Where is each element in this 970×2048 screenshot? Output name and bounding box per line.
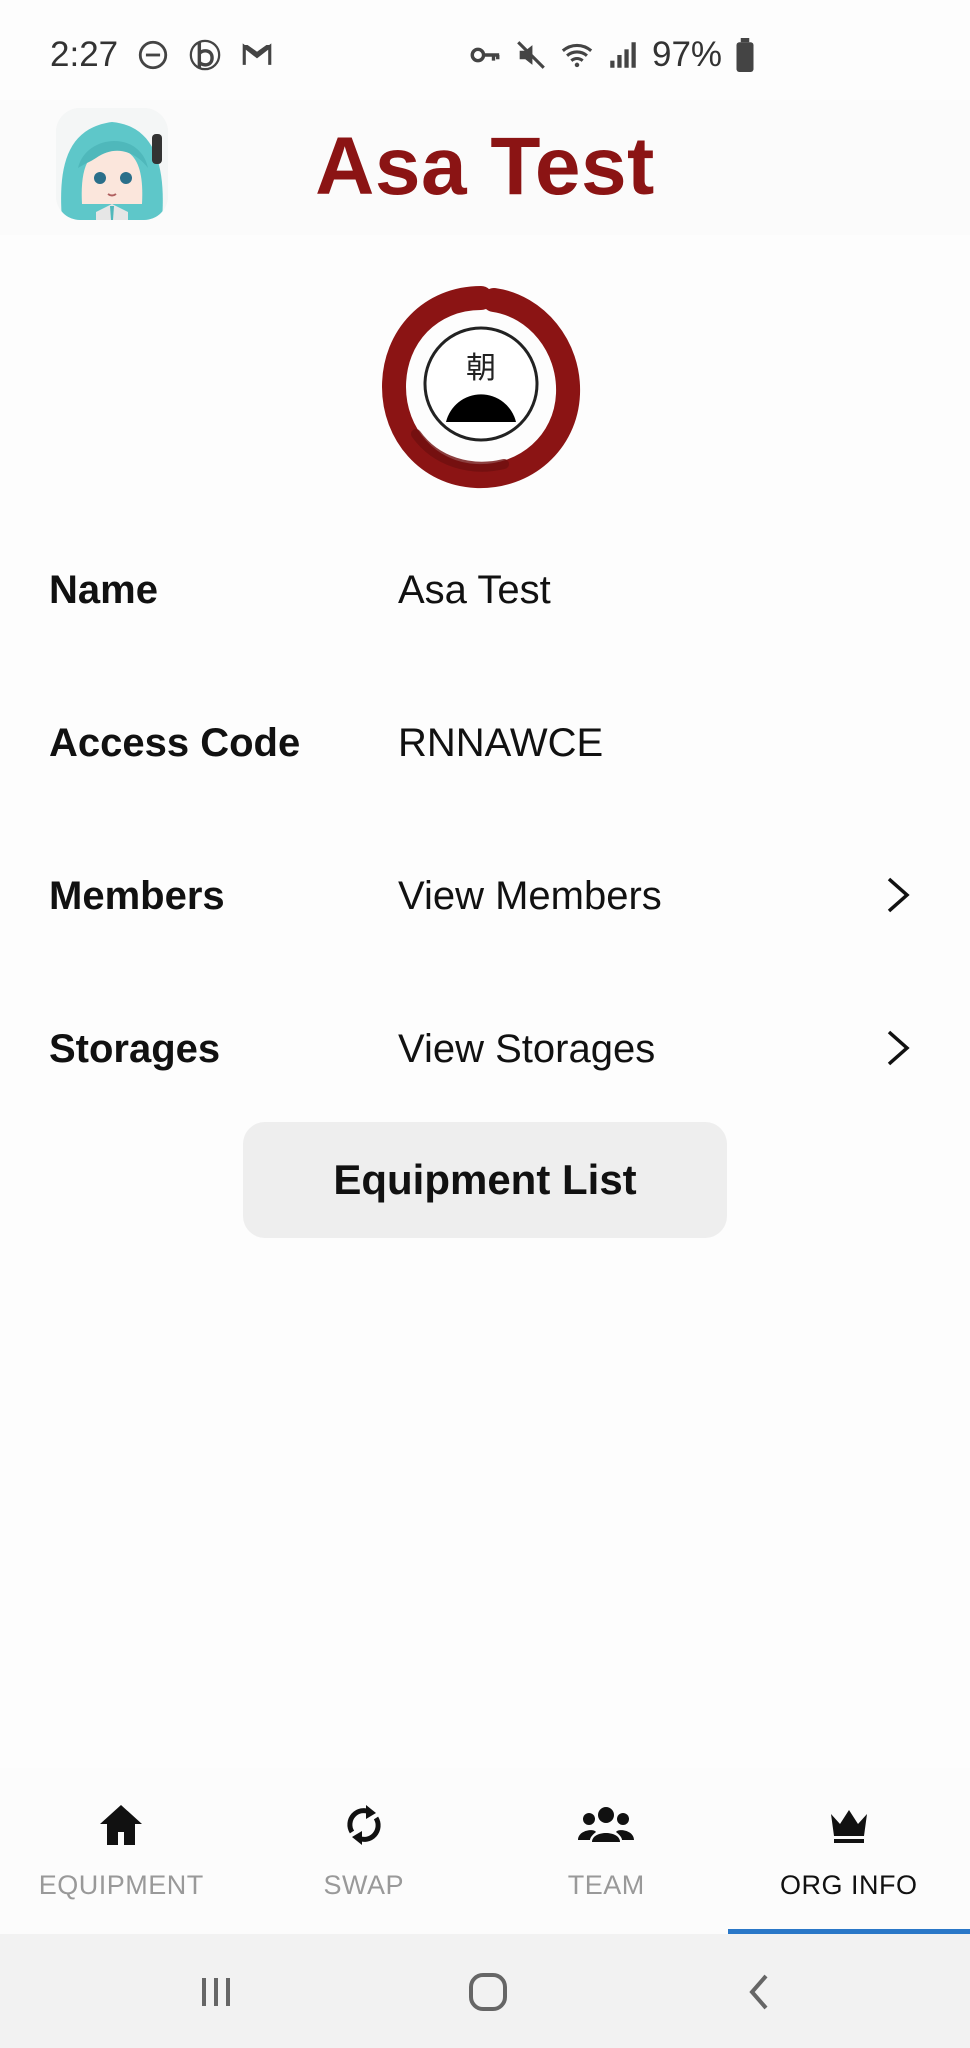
tab-org-info[interactable]: ORG INFO bbox=[727, 1768, 970, 1934]
status-right: 97% bbox=[468, 0, 756, 110]
tab-team[interactable]: TEAM bbox=[485, 1768, 728, 1934]
tab-equipment[interactable]: EQUIPMENT bbox=[0, 1768, 243, 1934]
members-label: Members bbox=[49, 873, 225, 918]
crown-icon bbox=[830, 1810, 867, 1843]
swap-icon bbox=[347, 1805, 381, 1845]
screen: 2:27 97% Asa Test 朝 Name Asa Test Access… bbox=[0, 0, 970, 2048]
status-bar: 2:27 97% bbox=[0, 0, 970, 110]
status-left: 2:27 bbox=[50, 35, 274, 75]
org-logo: 朝 bbox=[376, 284, 586, 494]
chevron-right-icon[interactable] bbox=[880, 873, 916, 917]
status-time: 2:27 bbox=[50, 35, 119, 74]
b-app-icon bbox=[188, 38, 222, 72]
view-members-link[interactable]: View Members bbox=[398, 874, 662, 919]
members-row[interactable]: Members View Members bbox=[0, 841, 970, 951]
name-value: Asa Test bbox=[398, 567, 551, 612]
back-icon[interactable] bbox=[730, 1962, 790, 2022]
gmail-icon bbox=[240, 38, 274, 72]
home-circle-icon[interactable] bbox=[458, 1962, 518, 2022]
vpn-key-icon bbox=[468, 38, 502, 72]
access-code-row: Access Code RNNAWCE bbox=[0, 688, 970, 798]
signal-icon bbox=[606, 38, 640, 72]
app-header: Asa Test bbox=[0, 100, 970, 235]
chevron-right-icon[interactable] bbox=[880, 1026, 916, 1070]
access-code-label: Access Code bbox=[49, 720, 301, 765]
do-not-disturb-icon bbox=[136, 38, 170, 72]
tab-swap[interactable]: SWAP bbox=[243, 1768, 486, 1934]
recents-icon[interactable] bbox=[186, 1962, 246, 2022]
equipment-list-button[interactable]: Equipment List bbox=[243, 1122, 727, 1238]
team-icon bbox=[578, 1807, 635, 1842]
name-row: Name Asa Test bbox=[0, 535, 970, 645]
tab-swap-label: SWAP bbox=[323, 1870, 404, 1900]
home-icon bbox=[100, 1805, 143, 1845]
tab-org-info-label: ORG INFO bbox=[780, 1870, 918, 1900]
storages-row[interactable]: Storages View Storages bbox=[0, 994, 970, 1104]
page-title: Asa Test bbox=[315, 121, 655, 212]
view-storages-link[interactable]: View Storages bbox=[398, 1027, 655, 1072]
battery-percent: 97% bbox=[652, 35, 723, 74]
storages-label: Storages bbox=[49, 1026, 221, 1071]
mute-icon bbox=[514, 38, 548, 72]
tab-team-label: TEAM bbox=[567, 1870, 645, 1900]
name-label: Name bbox=[49, 567, 158, 612]
battery-icon bbox=[734, 38, 756, 72]
bottom-nav: EQUIPMENT SWAP TEAM ORG INFO bbox=[0, 1768, 970, 1934]
system-nav-bar bbox=[0, 1934, 970, 2048]
wifi-icon bbox=[560, 38, 594, 72]
logo-glyph: 朝 bbox=[466, 351, 496, 386]
access-code-value: RNNAWCE bbox=[398, 720, 604, 765]
tab-equipment-label: EQUIPMENT bbox=[38, 1870, 204, 1900]
